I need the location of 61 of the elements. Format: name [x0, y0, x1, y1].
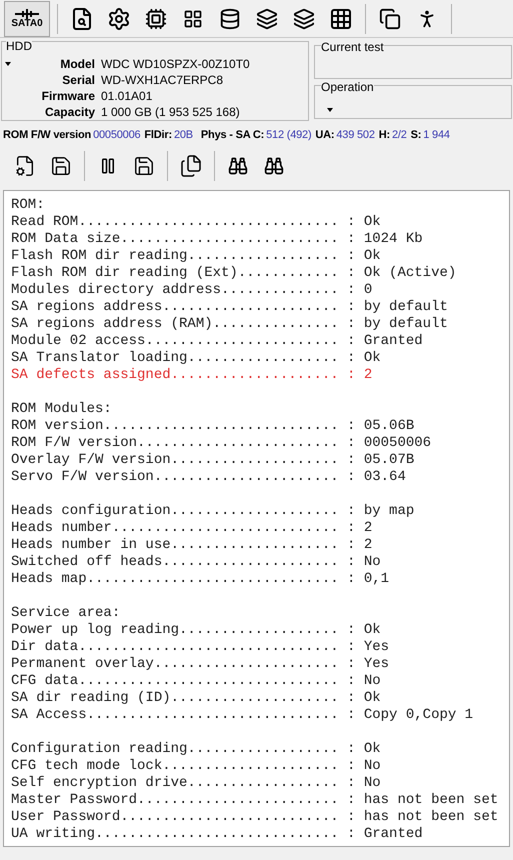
log-line: Master Password........................ : has not been set	[11, 792, 498, 809]
log-line: CFG tech mode lock..................... : No	[11, 758, 381, 775]
log-line: Dir data............................... : Yes	[11, 639, 390, 656]
current-test-title: Current test	[321, 40, 384, 54]
field-value: WD-WXH1AC7ERPC8	[101, 72, 224, 88]
log-line: Permanent overlay...................... : Yes	[11, 656, 390, 673]
log-line: Heads number........................... : 2	[11, 520, 372, 537]
field-label: Serial	[62, 72, 95, 88]
log-line: SA Translator loading.................. : Ok	[11, 350, 381, 367]
dropdown-arrow-icon	[327, 108, 333, 112]
info-value: 439 502	[336, 128, 375, 143]
log-line: Heads number in use.................... : 2	[11, 537, 372, 554]
log-line: Switched off heads..................... : No	[11, 554, 381, 571]
log-line: Flash ROM dir reading.................. : Ok	[11, 248, 381, 265]
log-line: Self encryption drive.................. : No	[11, 775, 381, 792]
log-line: Heads configuration.................... : by map	[11, 503, 414, 520]
log-line: Overlay F/W version.................... : 05.07B	[11, 452, 414, 469]
log-line: Power up log reading................... : Ok	[11, 622, 381, 639]
connector-icon	[14, 8, 40, 18]
info-label: S:	[410, 128, 422, 143]
info-value: 512 (492)	[266, 128, 312, 143]
log-line: ROM Modules:	[11, 401, 112, 418]
info-label: Phys - SA C:	[200, 128, 264, 143]
log-line: SA Access.............................. : Copy 0,Copy 1	[11, 707, 474, 724]
log-line: Read ROM............................... : Ok	[11, 214, 381, 231]
log-line: Servo F/W version...................... : 03.64	[11, 469, 406, 486]
info-value: 00050006	[93, 128, 140, 143]
log-line: Service area:	[11, 605, 120, 622]
info-value: 1 944	[423, 128, 450, 143]
info-label: FlDir:	[144, 128, 172, 143]
log-line: User Password.......................... : has not been set	[11, 809, 498, 826]
field-value: 01.01A01	[101, 88, 154, 104]
log-line: SA dir reading (ID).................... : Ok	[11, 690, 381, 707]
log-line: Modules directory address.............. : 0	[11, 282, 372, 299]
port-button[interactable]: SATA0	[4, 0, 50, 36]
field-label: Model	[60, 56, 95, 72]
field-label: Firmware	[42, 88, 95, 104]
log-line: SA regions address (RAM)............... : by default	[11, 316, 448, 333]
field-value: WDC WD10SPZX-00Z10T0	[101, 56, 251, 72]
operation-title: Operation	[321, 80, 374, 94]
dropdown-arrow-icon	[5, 62, 11, 66]
log-line: UA writing............................. : Granted	[11, 826, 423, 843]
info-label: UA:	[315, 128, 334, 143]
hdd-title: HDD	[6, 39, 32, 53]
info-value: 20B	[174, 128, 193, 143]
log-line: Flash ROM dir reading (Ext)............ : Ok (Active)	[11, 265, 456, 282]
log-line: ROM F/W version........................ : 00050006	[11, 435, 432, 452]
log-line: CFG data............................... : No	[11, 673, 381, 690]
info-label: H:	[378, 128, 390, 143]
field-label: Capacity	[44, 104, 95, 120]
info-label: ROM F/W version	[3, 128, 92, 143]
info-value: 2/2	[392, 128, 407, 143]
log-line: Heads map.............................. : 0,1	[11, 571, 390, 588]
log-line: ROM version............................ : 05.06B	[11, 418, 414, 435]
log-line: SA regions address..................... : by default	[11, 299, 448, 316]
log-line: Module 02 access....................... : Granted	[11, 333, 423, 350]
log-line: SA defects assigned.................... : 2	[11, 367, 372, 384]
log-line: ROM Data size.......................... : 1024 Kb	[11, 231, 423, 248]
field-value: 1 000 GB (1 953 525 168)	[101, 104, 241, 120]
log-line: ROM:	[11, 197, 45, 214]
log-line: Configuration reading.................. : Ok	[11, 741, 381, 758]
